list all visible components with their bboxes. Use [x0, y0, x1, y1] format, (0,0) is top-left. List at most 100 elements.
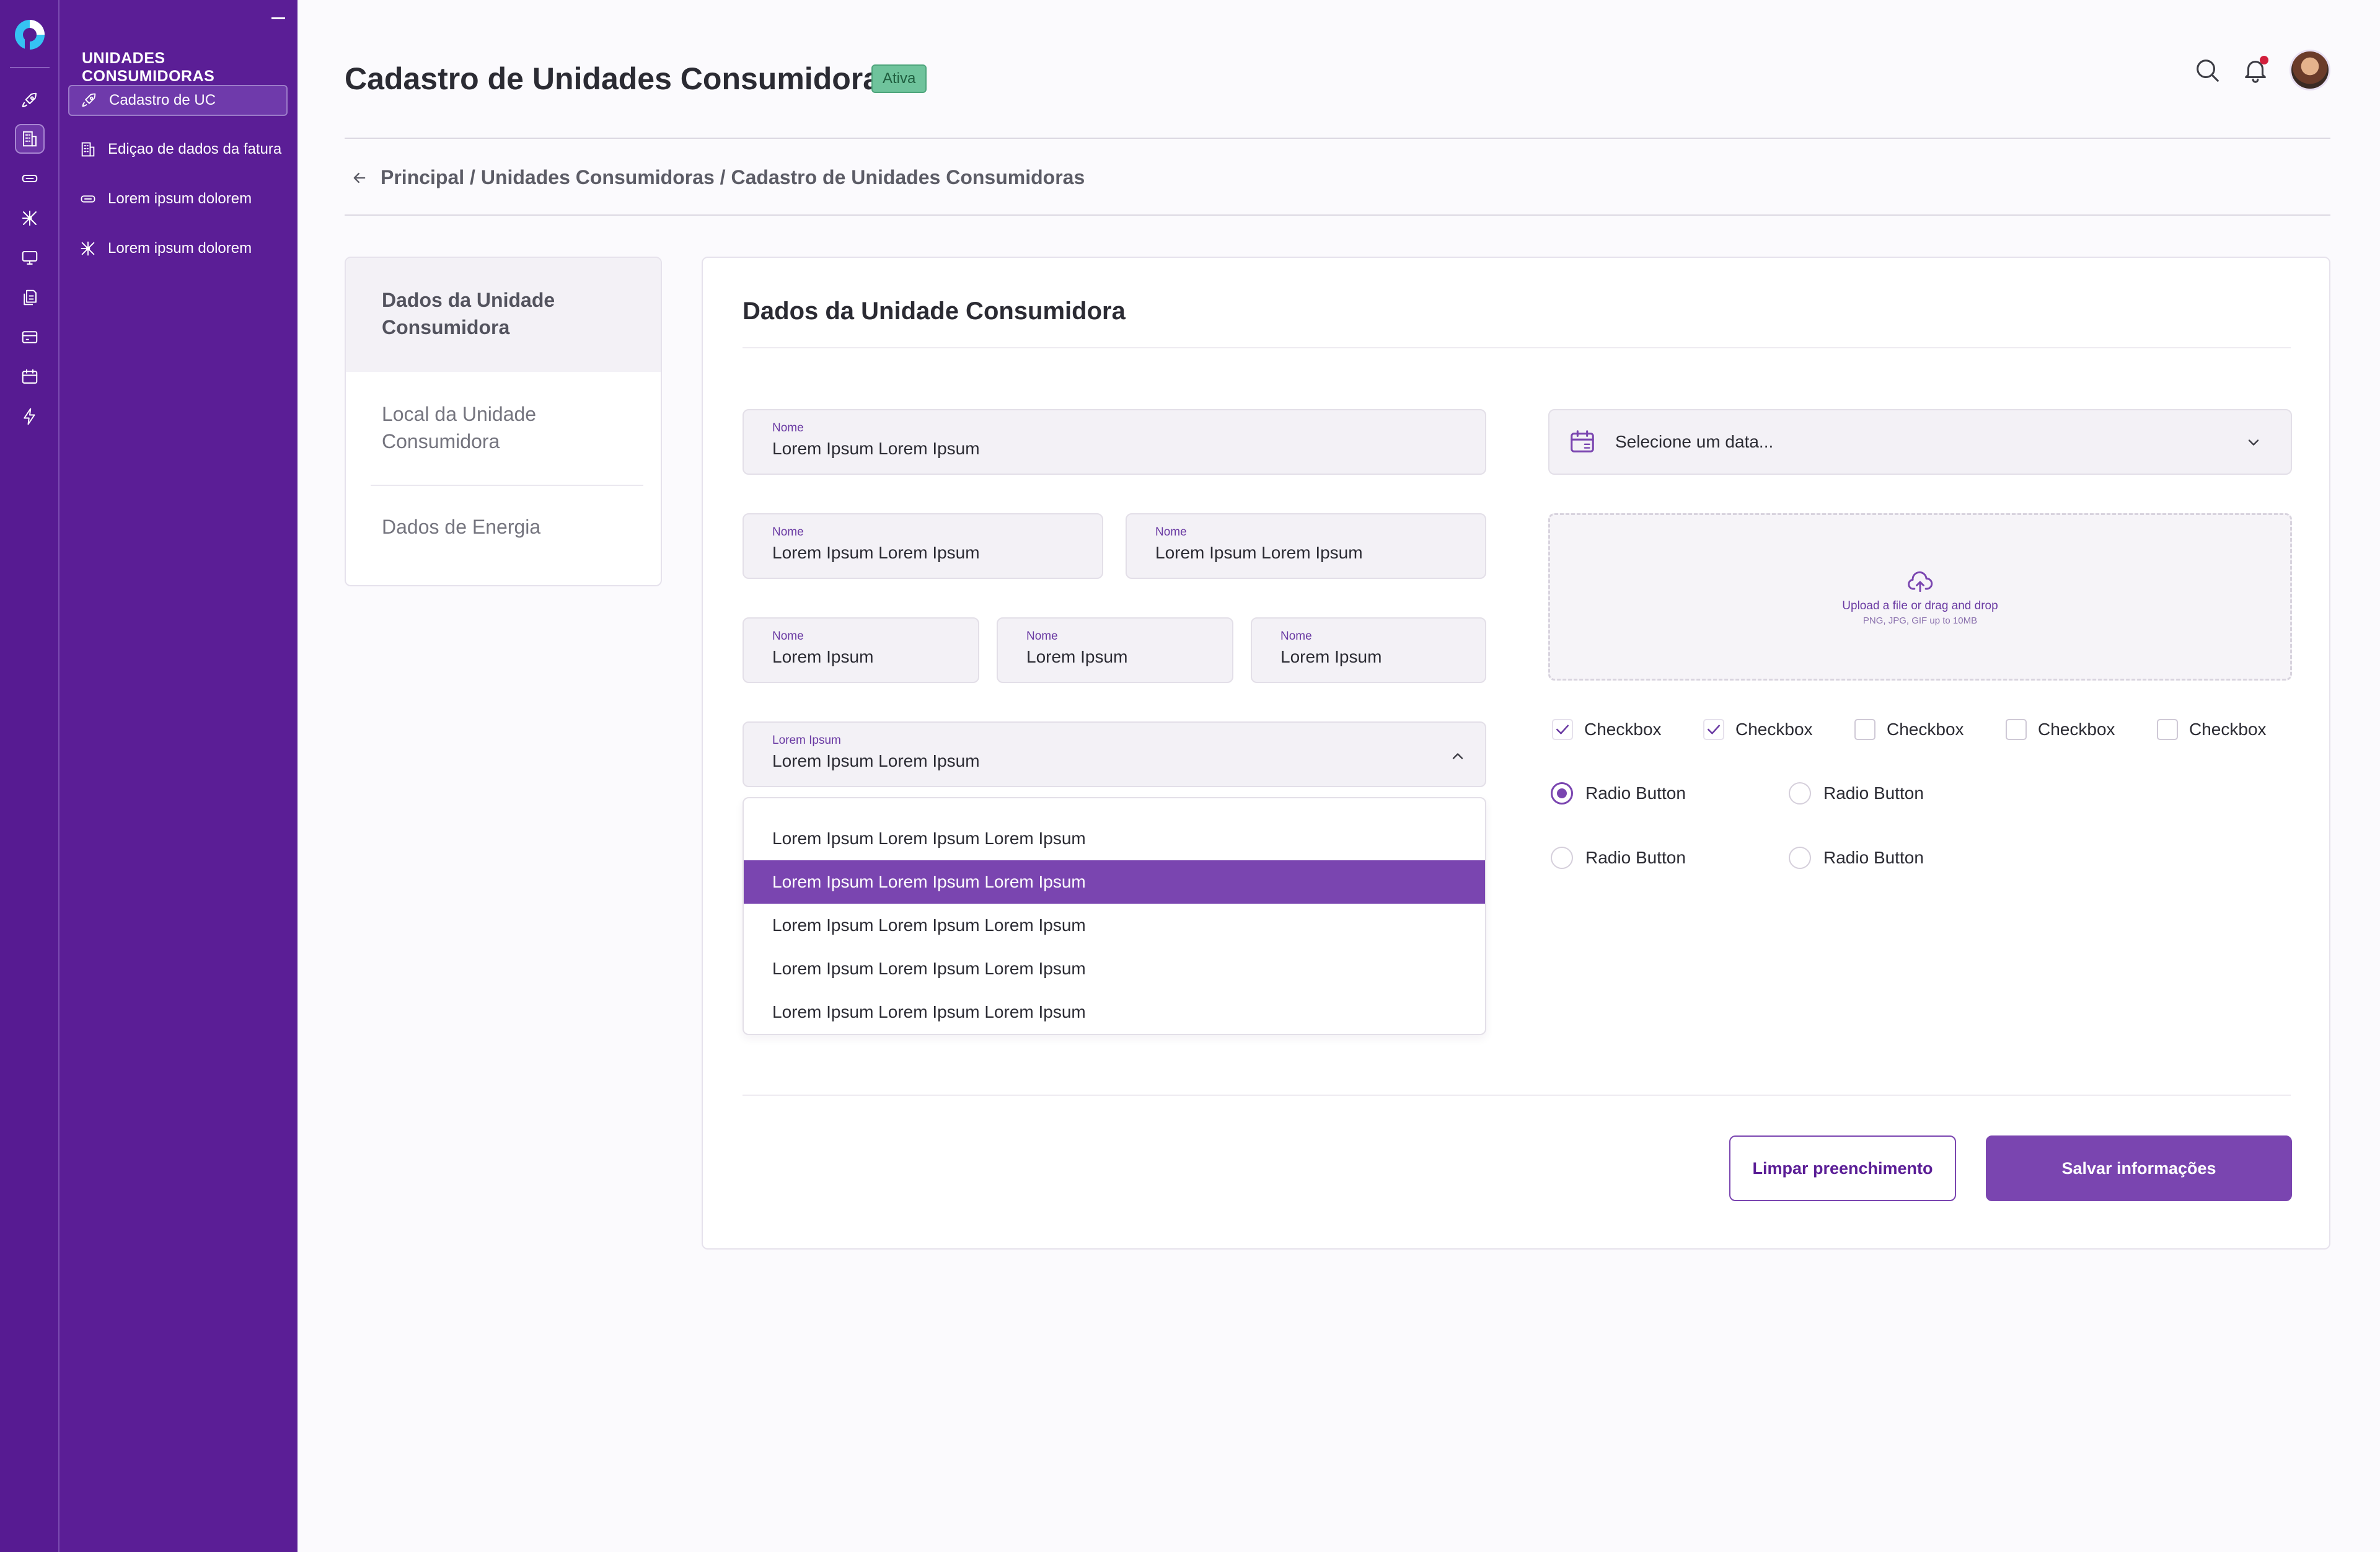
nome-field-4[interactable]: Nome Lorem Ipsum: [743, 617, 979, 683]
breadcrumb-divider: [345, 214, 2330, 216]
steps-panel: Dados da Unidade Consumidora Local da Un…: [345, 257, 662, 586]
rocket-icon: [82, 93, 96, 107]
network-icon[interactable]: [16, 205, 43, 232]
date-placeholder: Selecione um data...: [1615, 432, 1774, 451]
radio-button-1[interactable]: Radio Button: [1551, 782, 1686, 805]
checkbox-box[interactable]: [2157, 719, 2178, 740]
card-icon[interactable]: [16, 165, 43, 192]
radio-label: Radio Button: [1823, 783, 1924, 803]
dropdown-option[interactable]: Lorem Ipsum Lorem Ipsum Lorem Ipsum: [744, 817, 1485, 860]
radio-button-2[interactable]: Radio Button: [1789, 782, 1924, 805]
checkbox-2[interactable]: Checkbox: [1703, 719, 1813, 740]
field-label: Nome: [1026, 630, 1058, 643]
calendar-icon[interactable]: [16, 363, 43, 390]
lightning-icon[interactable]: [16, 403, 43, 430]
chevron-down-icon[interactable]: [2245, 434, 2262, 451]
sidebar-heading: UNIDADES CONSUMIDORAS: [82, 50, 215, 85]
building-icon[interactable]: [15, 124, 45, 154]
step-dados-energia[interactable]: Dados de Energia: [346, 513, 661, 540]
checkbox-1[interactable]: Checkbox: [1552, 719, 1662, 740]
nome-field-1[interactable]: Nome Lorem Ipsum Lorem Ipsum: [743, 409, 1486, 475]
breadcrumb: Principal / Unidades Consumidoras / Cada…: [351, 166, 1085, 189]
checkbox-5[interactable]: Checkbox: [2157, 719, 2267, 740]
radio-circle[interactable]: [1551, 847, 1573, 869]
nome-field-5[interactable]: Nome Lorem Ipsum: [997, 617, 1233, 683]
radio-button-3[interactable]: Radio Button: [1551, 847, 1686, 869]
header-divider: [345, 138, 2330, 139]
checkbox-box[interactable]: [1703, 719, 1724, 740]
field-label: Nome: [1155, 526, 1187, 539]
checkbox-box[interactable]: [1854, 719, 1875, 740]
monitor-icon[interactable]: [16, 244, 43, 271]
field-label: Nome: [772, 526, 804, 539]
logo-icon[interactable]: [12, 17, 47, 52]
nome-field-2[interactable]: Nome Lorem Ipsum Lorem Ipsum: [743, 513, 1103, 579]
date-picker[interactable]: Selecione um data...: [1548, 409, 2292, 475]
sidebar-item-cadastro-uc[interactable]: Cadastro de UC: [68, 85, 288, 116]
radio-circle[interactable]: [1551, 782, 1573, 805]
save-button[interactable]: Salvar informações: [1986, 1135, 2292, 1201]
dropdown-option-selected[interactable]: Lorem Ipsum Lorem Ipsum Lorem Ipsum: [744, 860, 1485, 904]
rail-divider: [10, 67, 50, 68]
upload-instruction: Upload a file or drag and drop: [1842, 599, 1998, 612]
select-label: Lorem Ipsum: [772, 734, 841, 747]
checkbox-label: Checkbox: [1887, 720, 1964, 739]
dropdown-option[interactable]: Lorem Ipsum Lorem Ipsum Lorem Ipsum: [744, 990, 1485, 1034]
checkbox-box[interactable]: [2006, 719, 2027, 740]
collapse-icon[interactable]: [271, 17, 285, 19]
sidebar-item-edicao-fatura[interactable]: Ediçao de dados da fatura: [68, 134, 288, 165]
field-label: Nome: [1280, 630, 1312, 643]
page-title: Cadastro de Unidades Consumidoras: [345, 61, 897, 96]
documents-icon[interactable]: [16, 284, 43, 311]
avatar[interactable]: [2290, 50, 2330, 90]
dropdown-option[interactable]: Lorem Ipsum Lorem Ipsum Lorem Ipsum: [744, 904, 1485, 947]
upload-hint: PNG, JPG, GIF up to 10MB: [1862, 615, 1978, 626]
sidebar-item-lorem-2[interactable]: Lorem ipsum dolorem: [68, 233, 288, 264]
sub-sidebar: UNIDADES CONSUMIDORAS Cadastro de UC Edi…: [60, 0, 298, 1552]
field-label: Nome: [772, 630, 804, 643]
select-value: Lorem Ipsum Lorem Ipsum: [772, 751, 980, 770]
title-divider: [743, 347, 2291, 348]
radio-circle[interactable]: [1789, 847, 1811, 869]
radio-label: Radio Button: [1823, 848, 1924, 867]
rocket-icon[interactable]: [16, 87, 43, 114]
radio-circle[interactable]: [1789, 782, 1811, 805]
bell-icon[interactable]: [2240, 55, 2271, 86]
chevron-up-icon[interactable]: [1449, 747, 1466, 765]
checkbox-box[interactable]: [1552, 719, 1573, 740]
sidebar-item-label: Cadastro de UC: [109, 92, 216, 108]
notification-dot: [2260, 56, 2268, 64]
payment-card-icon[interactable]: [16, 324, 43, 351]
step-divider: [371, 485, 643, 486]
radio-label: Radio Button: [1585, 783, 1686, 803]
lorem-select[interactable]: Lorem Ipsum Lorem Ipsum Lorem Ipsum: [743, 721, 1486, 787]
sidebar-item-lorem-1[interactable]: Lorem ipsum dolorem: [68, 183, 288, 214]
icon-rail: [0, 0, 60, 1552]
radio-button-4[interactable]: Radio Button: [1789, 847, 1924, 869]
checkbox-label: Checkbox: [2189, 720, 2267, 739]
card-icon: [81, 195, 95, 203]
step-dados-uc[interactable]: Dados da Unidade Consumidora: [346, 258, 661, 372]
clear-button[interactable]: Limpar preenchimento: [1729, 1135, 1956, 1201]
field-value: Lorem Ipsum: [1280, 647, 1382, 666]
radio-label: Radio Button: [1585, 848, 1686, 867]
field-label: Nome: [772, 421, 804, 434]
footer-divider: [743, 1095, 2291, 1096]
nome-field-6[interactable]: Nome Lorem Ipsum: [1251, 617, 1486, 683]
nome-field-3[interactable]: Nome Lorem Ipsum Lorem Ipsum: [1126, 513, 1486, 579]
sidebar-item-label: Lorem ipsum dolorem: [108, 190, 252, 207]
status-badge: Ativa: [871, 64, 927, 93]
breadcrumb-text[interactable]: Principal / Unidades Consumidoras / Cada…: [381, 166, 1085, 189]
dropdown-option[interactable]: Lorem Ipsum Lorem Ipsum Lorem Ipsum: [744, 947, 1485, 990]
file-upload-dropzone[interactable]: Upload a file or drag and drop PNG, JPG,…: [1548, 513, 2292, 681]
checkbox-label: Checkbox: [1735, 720, 1813, 739]
cloud-upload-icon: [1908, 571, 1933, 592]
checkbox-4[interactable]: Checkbox: [2006, 719, 2115, 740]
sidebar-item-label: Lorem ipsum dolorem: [108, 240, 252, 257]
form-title: Dados da Unidade Consumidora: [743, 298, 1126, 325]
checkbox-3[interactable]: Checkbox: [1854, 719, 1964, 740]
search-icon[interactable]: [2192, 55, 2223, 86]
network-icon: [81, 241, 95, 256]
back-arrow-icon[interactable]: [351, 169, 368, 187]
step-local-uc[interactable]: Local da Unidade Consumidora: [346, 400, 661, 455]
